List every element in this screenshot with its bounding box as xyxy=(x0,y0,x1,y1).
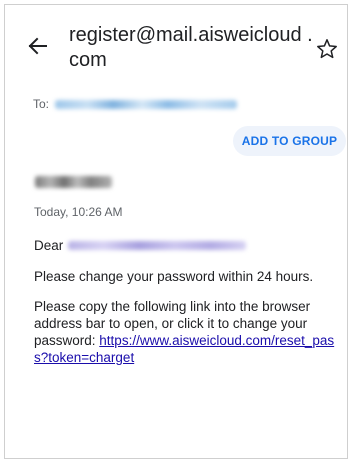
sender-name-redacted xyxy=(35,176,112,188)
recipient-name-redacted xyxy=(68,241,247,250)
star-icon[interactable] xyxy=(315,37,339,61)
recipient-address-redacted xyxy=(55,99,238,109)
email-body: Dear Please change your password within … xyxy=(34,237,346,366)
email-date: Today, 10:26 AM xyxy=(34,205,123,219)
back-arrow-icon[interactable] xyxy=(27,35,49,57)
to-label: To: xyxy=(33,97,50,111)
email-subject: register@mail.aisweicloud .com xyxy=(69,24,313,71)
body-paragraph-1: Please change your password within 24 ho… xyxy=(34,269,314,284)
greeting-line: Dear xyxy=(34,237,346,254)
recipient-row[interactable]: To: xyxy=(33,97,238,111)
email-view: register@mail.aisweicloud .com To: ADD T… xyxy=(4,4,348,459)
greeting-text: Dear xyxy=(34,238,64,253)
body-paragraph-2: Please copy the following link into the … xyxy=(34,298,346,366)
add-to-group-button[interactable]: ADD TO GROUP xyxy=(233,126,346,156)
